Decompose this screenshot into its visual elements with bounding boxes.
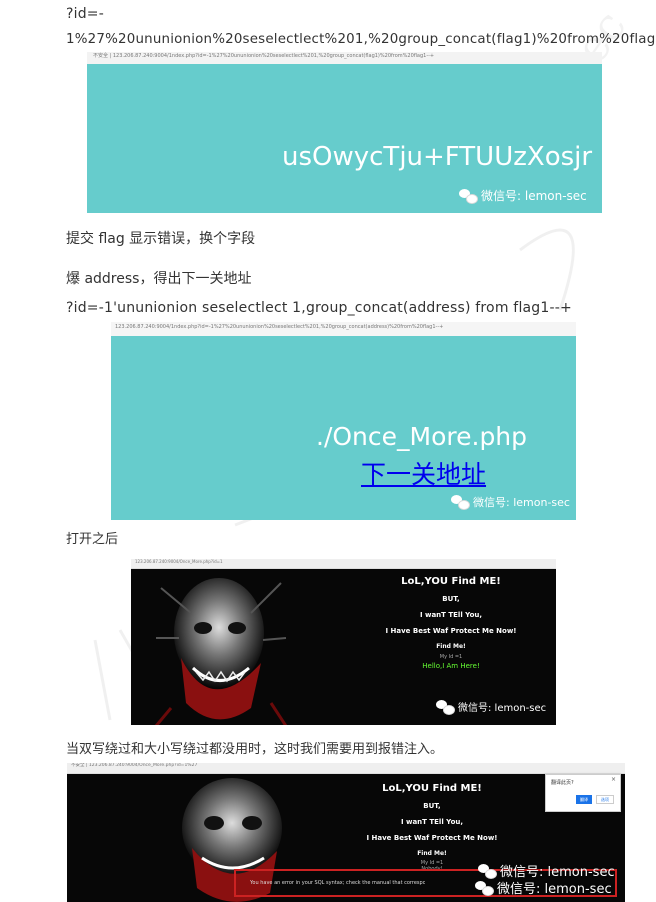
msg-my-id: My Id =1 [439, 654, 463, 660]
wechat-icon [451, 495, 470, 510]
translate-popup-title: 翻译此页? [551, 780, 574, 786]
text-after-open: 打开之后 [66, 532, 119, 547]
text-error-injection-note: 当双写绕过和大小写绕过都没用时，这时我们需要用到报错注入。 [66, 742, 444, 757]
msg-line-4: I Have Best Waf Protect Me Now! [385, 627, 517, 635]
wechat-icon [459, 188, 478, 204]
page-message-block: LoL,YOU Find ME! BUT, I wanT TEll You, I… [332, 783, 532, 872]
options-button[interactable]: 选项 [596, 795, 614, 804]
next-level-path: ./Once_More.php [316, 422, 528, 451]
wechat-icon [436, 699, 455, 715]
watermark-text: 微信号: lemon-sec [497, 882, 612, 897]
watermark-text: 微信号: lemon-sec [458, 703, 547, 714]
sql-error-text: You have an error in your SQL syntax; ch… [250, 880, 425, 886]
wechat-icon [478, 863, 497, 879]
screenshot-once-more-page: 123.206.87.240:9004/Once_More.php?id=1 L… [131, 559, 556, 725]
msg-line-3: I wanT TEll You, [419, 611, 483, 619]
address-bar-url: 不安全 | 123.206.87.240:9004/1ndex.php?id=-… [93, 53, 435, 59]
flag1-value: usOwycTju+FTUUzXosjr [282, 142, 593, 172]
msg-line-3: I wanT TEll You, [400, 818, 464, 826]
watermark-wechat: 微信号: lemon-sec [451, 494, 570, 510]
address-bar-url: 123.206.87.240:9004/1ndex.php?id=-1%27%2… [115, 324, 444, 330]
joker-illustration [154, 578, 288, 725]
text-injection-payload-address: ?id=-1'ununionion seselectlect 1,group_c… [66, 300, 572, 316]
translate-popup-close[interactable]: × [611, 776, 616, 783]
text-flag-error: 提交 flag 显示错误，换个字段 [66, 231, 256, 247]
translate-button[interactable]: 翻译 [576, 795, 592, 804]
watermark-wechat: 微信号: lemon-sec [436, 699, 547, 715]
address-bar: 不安全 | 123.206.87.240:9004/Once_More.php?… [67, 763, 625, 774]
msg-line-4: I Have Best Waf Protect Me Now! [366, 834, 498, 842]
watermark-wechat: 微信号: lemon-sec [459, 187, 587, 204]
watermark-text: 微信号: lemon-sec [473, 496, 570, 509]
screenshot-address-result: 123.206.87.240:9004/1ndex.php?id=-1%27%2… [111, 322, 576, 520]
address-bar-url: 不安全 | 123.206.87.240:9004/Once_More.php?… [71, 763, 198, 768]
msg-hello: Hello,I Am Here! [422, 662, 480, 670]
msg-line-1: LoL,YOU Find ME! [401, 576, 501, 587]
watermark-wechat-large-2: 微信号: lemon-sec [475, 878, 612, 897]
text-dump-address: 爆 address，得出下一关地址 [66, 271, 252, 287]
translate-popup: 翻译此页? × 翻译 选项 [545, 774, 621, 812]
screenshot-flag1-result: 不安全 | 123.206.87.240:9004/1ndex.php?id=-… [87, 52, 602, 213]
msg-line-2: BUT, [423, 802, 441, 810]
msg-line-5: Find Me! [417, 850, 447, 857]
wechat-icon [475, 880, 494, 896]
msg-line-2: BUT, [442, 595, 460, 603]
text-id-prefix: ?id=- [66, 6, 104, 22]
page-message-block: LoL,YOU Find ME! BUT, I wanT TEll You, I… [356, 576, 546, 670]
address-bar-url: 123.206.87.240:9004/Once_More.php?id=1 [135, 559, 223, 564]
text-injection-payload-flag1: 1%27%20ununionion%20seselectlect%201,%20… [66, 32, 656, 47]
next-level-link[interactable]: 下一关地址 [361, 455, 486, 491]
watermark-text: 微信号: lemon-sec [481, 189, 587, 203]
msg-line-5: Find Me! [436, 643, 466, 650]
msg-line-1: LoL,YOU Find ME! [382, 783, 482, 794]
